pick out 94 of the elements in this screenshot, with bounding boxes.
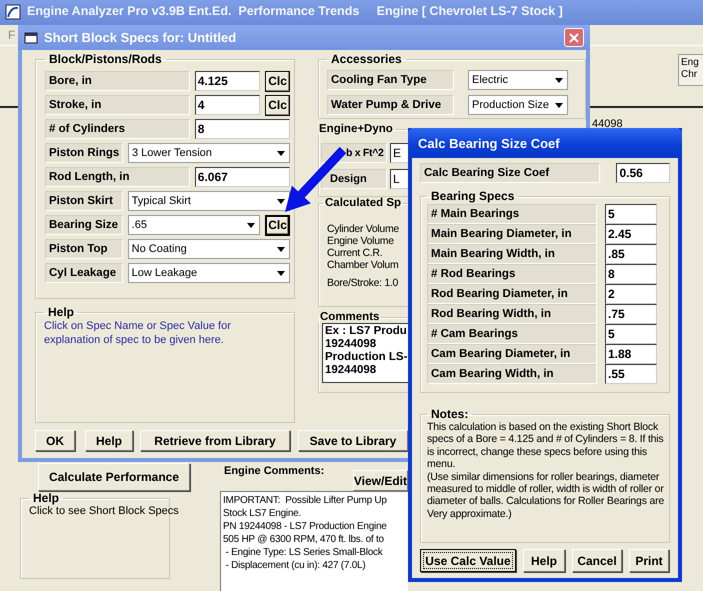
clc-button[interactable]: Clc <box>265 94 290 116</box>
spec-label[interactable]: Rod Length, in <box>45 167 190 187</box>
calculated-spec-text: Cylinder Volume <box>327 223 400 235</box>
dialog-button[interactable]: OK <box>35 430 75 451</box>
dialog-button[interactable]: Help <box>523 549 565 572</box>
engine-comments-box[interactable]: IMPORTANT: Possible Lifter Pump Up Stock LS7 Engine. PN 19244098 - LS7 Production Engine 505 HP @ 6300 RPM, 470 ft. lbs. of to - Engine Type: LS Series Small-Block - Displacement (cu in): 427 (7.0L) <box>220 491 408 591</box>
spec-field[interactable]: 4 <box>194 95 260 115</box>
dropdown[interactable]: No Coating <box>128 239 290 259</box>
group-title: Comments <box>319 311 380 323</box>
spec-field[interactable]: .55 <box>605 364 657 384</box>
engine-info-text: Chr <box>681 69 698 81</box>
spec-label[interactable]: # Rod Bearings <box>427 264 597 284</box>
dropdown[interactable]: Production Size <box>468 94 568 114</box>
dialog-button[interactable]: Save to Library <box>298 430 408 451</box>
comment-line: - Displacement (cu in): 427 (7.0L) <box>224 559 366 572</box>
spec-field[interactable]: 8 <box>605 264 657 284</box>
view-edit-button[interactable]: View/Edit <box>352 470 408 491</box>
spec-field[interactable]: E <box>390 143 408 163</box>
spec-label[interactable]: Cooling Fan Type <box>327 70 454 90</box>
result-label: Calc Bearing Size Coef <box>420 163 600 183</box>
spec-label[interactable]: Piston Top <box>45 239 123 259</box>
spec-field[interactable]: .85 <box>605 244 657 264</box>
group-title: Help <box>32 491 60 505</box>
engine-info-text: Eng <box>681 57 700 69</box>
comment-line: PN 19244098 - LS7 Production Engine <box>223 520 388 533</box>
group-title: Bearing Specs <box>430 189 516 203</box>
bore-stroke-text: Bore/Stroke: 1.0 <box>327 277 400 289</box>
spec-label[interactable]: Cam Bearing Diameter, in <box>427 344 597 364</box>
comment-line: Stock LS7 Engine. <box>223 507 302 520</box>
spec-label[interactable]: # Cam Bearings <box>427 324 597 344</box>
comment-line: Ex : LS7 Produ <box>325 325 408 338</box>
group-title: Calculated Sp <box>324 197 402 209</box>
calculated-spec-text: Engine Volume <box>327 235 395 247</box>
calculated-spec-text: Current C.R. <box>327 247 384 259</box>
window-title: Engine Analyzer Pro v3.9B Ent.Ed. Performance Trends Engine [ Chevrolet LS-7 Stock ] <box>27 4 563 19</box>
spec-label[interactable]: Cyl Leakage <box>45 263 123 283</box>
group-title: Accessories <box>330 52 403 66</box>
spec-label[interactable]: Bearing Size <box>45 215 123 235</box>
spec-field[interactable]: 5 <box>605 324 657 344</box>
comment-line: Production LS- <box>325 351 408 364</box>
calculated-spec-text: Chamber Volum <box>327 259 400 271</box>
spec-label[interactable]: Design <box>321 169 387 189</box>
dialog-button[interactable]: Cancel <box>572 549 622 572</box>
comment-line: 505 HP @ 6300 RPM, 470 ft. lbs. of to <box>223 533 385 546</box>
comment-line: - Engine Type: LS Series Small-Block <box>224 546 384 559</box>
group-title: Help <box>47 305 76 319</box>
comment-line: 19244098 <box>325 338 378 351</box>
spec-field[interactable]: 8 <box>194 119 290 139</box>
spec-label[interactable]: # Main Bearings <box>427 204 597 224</box>
window-title: Calc Bearing Size Coef <box>418 136 560 150</box>
spec-label[interactable]: Piston Rings <box>45 143 123 163</box>
result-field[interactable]: 0.56 <box>616 163 670 183</box>
dialog-button[interactable]: Print <box>629 549 669 572</box>
spec-field[interactable]: .75 <box>605 304 657 324</box>
spec-label[interactable]: Stroke, in <box>45 95 190 115</box>
spec-field[interactable]: 6.067 <box>194 167 290 187</box>
help-text: Click to see Short Block Specs <box>29 505 179 517</box>
group-title: Block/Pistons/Rods <box>48 52 163 66</box>
spec-field[interactable]: 5 <box>605 204 657 224</box>
dialog-button[interactable]: Help <box>85 430 133 451</box>
comments-box[interactable]: Ex : LS7 Produ 19244098 Production LS- 19244098 <box>322 323 408 383</box>
dialog-button[interactable]: Use Calc Value <box>420 549 516 572</box>
spec-label[interactable]: Rod Bearing Width, in <box>427 304 597 324</box>
dropdown[interactable]: .65 <box>128 215 260 235</box>
spec-field[interactable]: 2 <box>605 284 657 304</box>
comment-line: 19244098 <box>325 364 378 377</box>
group-title: Notes: <box>430 407 470 421</box>
clc-button[interactable]: Clc <box>265 70 290 92</box>
notes-text: This calculation is based on the existing Short Block specs of a Bore = 4.125 and # of Cylinders = 8. If this is incorrect, change these specs before using this menu. (Use similar dimensions for roller bearings, diameter measured to middle of roller, width is width of roller or diameter of balls. Calculations for Roller Bearings are Very approximate.) <box>427 421 665 520</box>
group-title: Engine+Dyno <box>318 123 394 135</box>
spec-label[interactable]: Bore, in <box>45 71 190 91</box>
spec-label[interactable]: Main Bearing Diameter, in <box>427 224 597 244</box>
dropdown[interactable]: Low Leakage <box>128 263 290 283</box>
spec-label[interactable]: Water Pump & Drive <box>327 94 454 114</box>
spec-label[interactable]: Main Bearing Width, in <box>427 244 597 264</box>
help-text: Click on Spec Name or Spec Value for explanation of spec to be given here. <box>44 319 232 347</box>
dropdown[interactable]: Typical Skirt <box>128 191 290 211</box>
spec-field[interactable]: 2.45 <box>605 224 657 244</box>
engine-comments-label: Engine Comments: <box>224 465 324 477</box>
dropdown[interactable]: Electric <box>468 70 568 90</box>
spec-label[interactable]: Rod Bearing Diameter, in <box>427 284 597 304</box>
spec-field[interactable]: L <box>390 169 408 189</box>
spec-label[interactable]: # of Cylinders <box>45 119 190 139</box>
dropdown[interactable]: 3 Lower Tension <box>128 143 290 163</box>
comment-line: IMPORTANT: Possible Lifter Pump Up <box>223 494 388 507</box>
clc-button[interactable]: Clc <box>265 214 290 236</box>
spec-field[interactable]: 4.125 <box>194 71 260 91</box>
part-number-text: 44098 <box>592 118 623 130</box>
dialog-button[interactable]: Retrieve from Library <box>140 430 290 451</box>
spec-field[interactable]: 1.88 <box>605 344 657 364</box>
spec-label[interactable]: Piston Skirt <box>45 191 123 211</box>
calculate-performance-button[interactable]: Calculate Performance <box>38 463 190 491</box>
spec-label[interactable]: Cam Bearing Width, in <box>427 364 597 384</box>
dialog-title: Short Block Specs for: Untitled <box>44 30 238 45</box>
